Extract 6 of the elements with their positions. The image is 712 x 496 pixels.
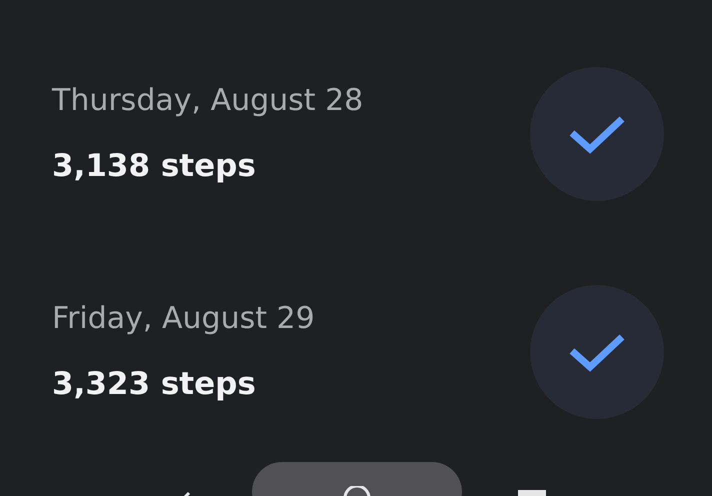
day-date: Friday, August 29 [52,301,315,337]
step-count: 3,138 steps [52,147,257,185]
step-count: 3,323 steps [52,365,257,403]
day-date: Thursday, August 28 [52,83,364,119]
home-icon [342,486,372,496]
recents-icon[interactable] [518,488,546,496]
